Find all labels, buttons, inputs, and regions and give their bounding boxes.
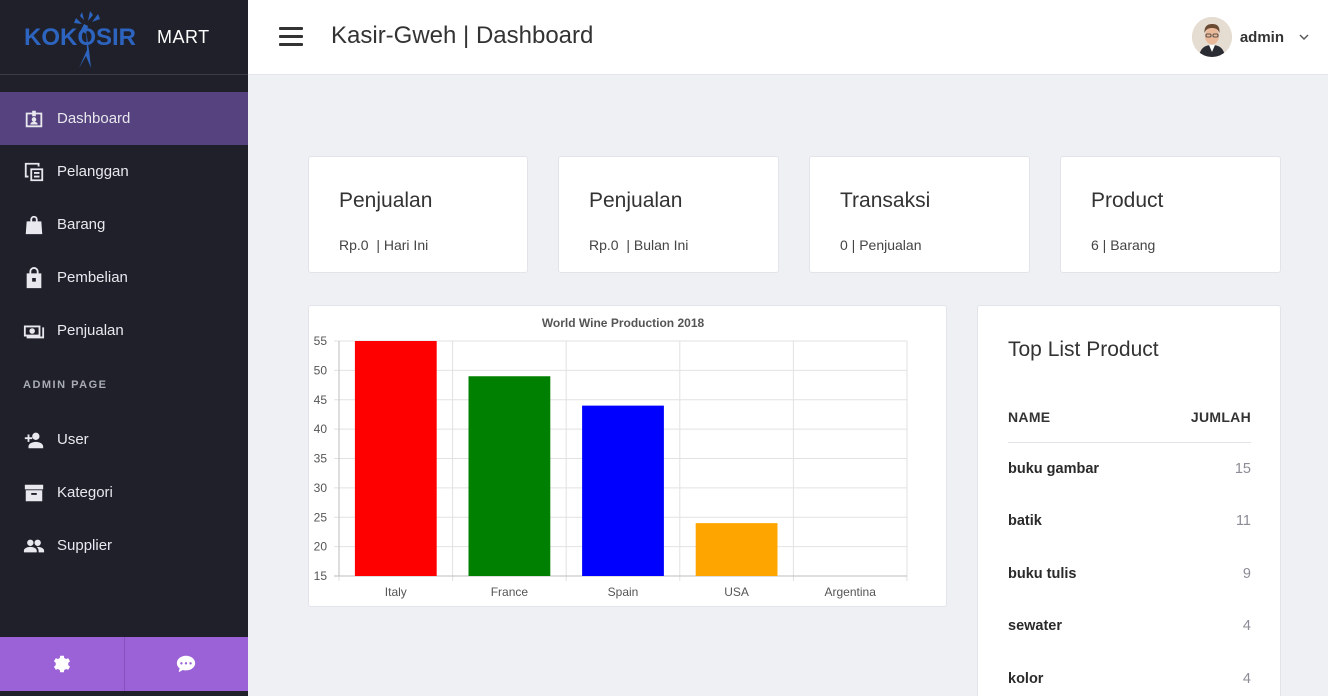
product-qty: 11 <box>1235 513 1251 529</box>
user-plus-icon <box>22 428 46 452</box>
shopping-bag-icon <box>22 213 46 237</box>
bar-italy <box>354 341 437 576</box>
x-tick-label: USA <box>724 585 749 599</box>
comment-icon <box>177 655 196 673</box>
top-list-card: Top List Product NAME JUMLAH buku gambar… <box>977 305 1281 696</box>
hamburger-menu-icon[interactable] <box>279 27 303 47</box>
avatar <box>1191 17 1232 57</box>
sidebar-item-dashboard[interactable]: Dashboard <box>0 92 248 145</box>
sidebar-menu: Dashboard Pelanggan Barang Pembelian Pen… <box>0 92 248 572</box>
stat-card-transactions: Transaksi 0 | Penjualan <box>809 156 1030 273</box>
y-tick-label: 30 <box>314 481 328 495</box>
settings-button[interactable] <box>0 637 125 691</box>
product-qty: 15 <box>1234 461 1251 477</box>
sidebar-item-kategori[interactable]: Kategori <box>0 466 248 519</box>
stat-subtitle: 0 | Penjualan <box>840 237 922 253</box>
x-tick-label: Italy <box>385 585 407 599</box>
y-tick-label: 15 <box>314 569 328 583</box>
brand: KOKOSIR MART <box>0 0 248 75</box>
product-qty: 4 <box>1242 618 1251 634</box>
y-tick-label: 35 <box>314 452 328 466</box>
table-row: buku tulis 9 <box>1008 566 1251 618</box>
user-name: admin <box>1239 28 1284 46</box>
stat-card-sales-month: Penjualan Rp.0 | Bulan Ini <box>558 156 779 273</box>
stat-subtitle: Rp.0 | Hari Ini <box>339 237 429 253</box>
stat-card-sales-today: Penjualan Rp.0 | Hari Ini <box>308 156 528 273</box>
table-header: NAME JUMLAH <box>1008 409 1251 443</box>
chart-title: World Wine Production 2018 <box>542 316 705 330</box>
y-tick-label: 45 <box>314 393 328 407</box>
bar-chart: World Wine Production 2018 15 20 25 30 35 40 45… <box>314 316 908 599</box>
sidebar-item-label: Penjualan <box>57 322 124 339</box>
sidebar-item-label: Pelanggan <box>57 163 129 180</box>
table-row: kolor 4 <box>1008 671 1251 696</box>
money-bill-icon <box>22 319 46 343</box>
id-card-icon <box>22 107 46 131</box>
y-tick-label: 40 <box>314 422 328 436</box>
chart-card: World Wine Production 2018 15 20 25 30 35 40 45… <box>308 305 947 607</box>
table-row: batik 11 <box>1008 513 1251 565</box>
x-tick-label: Argentina <box>825 585 877 599</box>
sidebar: KOKOSIR MART Dashboard Pelanggan Barang <box>0 0 248 696</box>
table-row: sewater 4 <box>1008 618 1251 670</box>
sidebar-item-user[interactable]: User <box>0 413 248 466</box>
product-name: sewater <box>1008 618 1063 634</box>
stat-card-products: Product 6 | Barang <box>1060 156 1281 273</box>
table-row: buku gambar 15 <box>1008 461 1251 513</box>
chat-button[interactable] <box>125 637 249 691</box>
sidebar-item-label: Supplier <box>57 537 113 554</box>
sidebar-item-pelanggan[interactable]: Pelanggan <box>0 145 248 198</box>
page-title: Kasir-Gweh | Dashboard <box>331 22 594 49</box>
admin-page-header: ADMIN PAGE <box>23 379 108 391</box>
product-name: kolor <box>1008 671 1044 687</box>
brand-mart-label: MART <box>157 27 210 47</box>
y-tick-label: 25 <box>314 510 328 524</box>
archive-icon <box>22 481 46 505</box>
y-tick-label: 20 <box>314 540 328 554</box>
user-menu[interactable]: admin <box>1191 17 1310 57</box>
bar-france <box>468 376 551 576</box>
shopping-bag-lock-icon <box>22 266 46 290</box>
svg-text:KOKOSIR: KOKOSIR <box>24 24 136 51</box>
product-qty: 9 <box>1242 566 1251 582</box>
column-header-name: NAME <box>1008 409 1051 425</box>
gear-icon <box>53 655 70 673</box>
sidebar-item-label: Dashboard <box>57 110 131 127</box>
product-name: batik <box>1008 513 1042 529</box>
brand-logo[interactable]: KOKOSIR <box>24 10 154 68</box>
sidebar-item-barang[interactable]: Barang <box>0 198 248 251</box>
y-tick-label: 50 <box>314 363 328 377</box>
stat-subtitle: 6 | Barang <box>1091 237 1156 253</box>
sidebar-item-label: Barang <box>57 216 106 233</box>
stat-title: Penjualan <box>339 189 433 212</box>
sidebar-item-penjualan[interactable]: Penjualan <box>0 304 248 357</box>
sidebar-item-label: Kategori <box>57 484 113 501</box>
sidebar-item-label: User <box>57 431 89 448</box>
top-bar: Kasir-Gweh | Dashboard admin <box>248 0 1328 75</box>
chevron-down-icon <box>1299 34 1309 40</box>
product-qty: 4 <box>1242 671 1251 687</box>
sidebar-item-label: Pembelian <box>57 269 128 286</box>
stat-title: Transaksi <box>840 189 931 212</box>
clone-icon <box>22 160 46 184</box>
sidebar-item-supplier[interactable]: Supplier <box>0 519 248 572</box>
stat-title: Product <box>1091 189 1164 212</box>
top-list-title: Top List Product <box>1008 338 1159 361</box>
bar-spain <box>582 405 664 576</box>
product-name: buku tulis <box>1008 566 1077 582</box>
column-header-jumlah: JUMLAH <box>1190 409 1251 425</box>
x-tick-label: Spain <box>608 585 639 599</box>
bar-usa <box>695 523 778 576</box>
users-icon <box>22 534 46 558</box>
x-tick-label: France <box>491 585 529 599</box>
sidebar-item-pembelian[interactable]: Pembelian <box>0 251 248 304</box>
y-tick-label: 55 <box>314 334 328 348</box>
sidebar-footer <box>0 637 248 691</box>
stat-subtitle: Rp.0 | Bulan Ini <box>589 237 689 253</box>
stat-title: Penjualan <box>589 189 683 212</box>
product-name: buku gambar <box>1008 461 1100 477</box>
